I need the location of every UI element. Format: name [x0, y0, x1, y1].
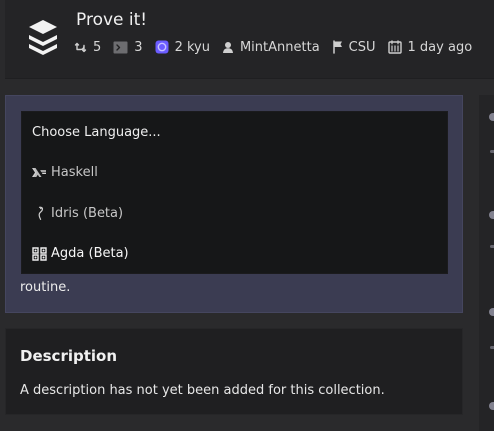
flag-icon [332, 40, 342, 54]
author-value[interactable]: MintAnnetta [240, 41, 320, 54]
collection-page: Prove it! 5 3 2 kyu MintAnnetta CSU 1 da… [0, 0, 494, 431]
description-text: A description has not yet been added for… [20, 383, 385, 398]
sidebar-edge-marker [489, 308, 494, 316]
description-card: Description A description has not yet be… [5, 328, 463, 415]
agda-icon [32, 246, 47, 261]
agda-label: Agda (Beta) [51, 246, 129, 261]
forks-count: 5 [74, 41, 101, 54]
language-prompt[interactable]: Choose Language... [32, 125, 161, 140]
language-prompt-label: Choose Language... [32, 125, 161, 140]
clan-value[interactable]: CSU [349, 41, 376, 54]
rank-value: 2 kyu [174, 39, 210, 55]
language-option-agda[interactable]: Agda (Beta) [32, 246, 129, 261]
terminal-icon [113, 41, 128, 53]
fork-icon [74, 42, 87, 52]
updated-date: 1 day ago [387, 39, 473, 55]
clan-link[interactable]: CSU [332, 40, 376, 54]
haskell-icon [32, 165, 47, 180]
language-option-haskell[interactable]: Haskell [32, 165, 98, 180]
description-heading: Description [20, 347, 118, 365]
rank-badge: 2 kyu [155, 40, 210, 54]
calendar-icon [387, 40, 402, 54]
author-link[interactable]: MintAnnetta [222, 41, 320, 54]
sidebar-edge-marker [490, 346, 494, 349]
idris-label: Idris (Beta) [51, 206, 124, 221]
updated-value: 1 day ago [407, 39, 473, 55]
rank-icon [155, 40, 169, 54]
sidebar-edge-marker [489, 402, 494, 410]
sidebar-edge-marker [490, 150, 494, 153]
right-sidebar-edge [479, 95, 494, 431]
page-title: Prove it! [76, 10, 148, 30]
user-icon [222, 41, 233, 53]
haskell-label: Haskell [51, 165, 98, 180]
language-panel: Choose Language... Haskell Idris (Beta) … [5, 95, 463, 313]
language-option-idris[interactable]: Idris (Beta) [32, 206, 123, 221]
collection-main: Choose Language... Haskell Idris (Beta) … [5, 95, 463, 420]
language-dropdown[interactable]: Choose Language... Haskell Idris (Beta) … [21, 111, 448, 274]
katas-count: 3 [113, 39, 143, 55]
sidebar-edge-marker [489, 113, 494, 121]
stacked-layers-icon [23, 16, 63, 56]
forks-value: 5 [93, 39, 102, 55]
collection-header: Prove it! 5 3 2 kyu MintAnnetta CSU 1 da… [5, 0, 494, 79]
idris-icon [32, 206, 47, 221]
sidebar-edge-marker [489, 211, 494, 219]
collection-meta: 5 3 2 kyu MintAnnetta CSU 1 day ago [74, 38, 472, 56]
katas-value: 3 [134, 39, 143, 55]
sidebar-edge-marker [490, 245, 494, 248]
routine-text: routine. [20, 280, 71, 295]
